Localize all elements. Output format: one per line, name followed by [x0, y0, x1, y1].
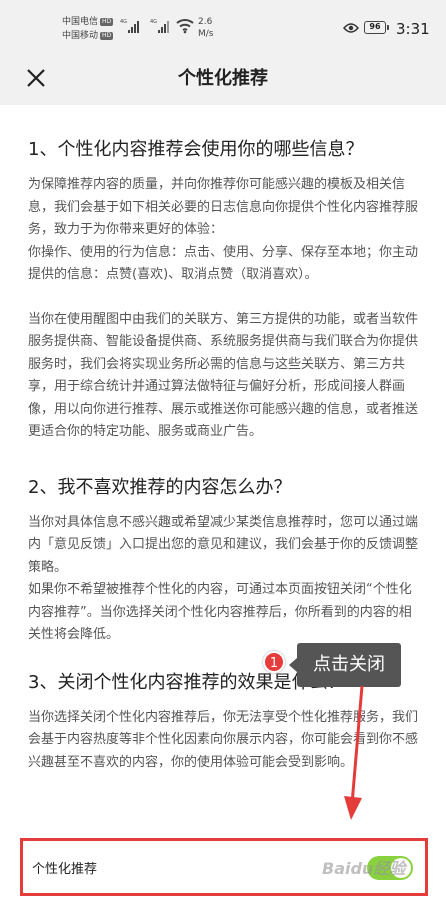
eye-icon: [343, 23, 359, 33]
section-paragraph: 当你对具体信息不感兴趣或希望减少某类信息推荐时，您可以通过端内「意见反馈」入口提…: [28, 514, 419, 643]
signal-icon: 4G: [120, 19, 139, 33]
section-title: 1、个性化内容推荐会使用你的哪些信息？: [28, 139, 364, 160]
section-paragraph: 当你在使用醒图中由我们的关联方、第三方提供的功能，或者当软件服务提供商、智能设备…: [28, 311, 419, 440]
arrow-icon: [344, 685, 364, 820]
battery-indicator: 96: [364, 21, 389, 34]
section-1: 1、个性化内容推荐会使用你的哪些信息？ 为保障推荐内容的质量，并向你推荐你可能感…: [28, 138, 418, 444]
step-number-badge: 1: [263, 651, 285, 673]
watermark-logo: Baidu经验: [322, 859, 406, 878]
network-speed: 2.6 M/s: [198, 17, 214, 39]
instruction-tooltip: 点击关闭: [289, 643, 401, 687]
section-paragraph: 为保障推荐内容的质量，并向你推荐你可能感兴趣的模板及相关信息，我们会基于如下相关…: [28, 177, 419, 282]
hd-badge: HD: [100, 31, 114, 40]
section-title: 2、我不喜欢推荐的内容怎么办？: [28, 476, 292, 498]
signal-icon: 4G: [150, 19, 169, 33]
signal-4g-label: 4G: [150, 19, 157, 25]
hd-badge: HD: [100, 17, 114, 26]
status-bar: 中国电信 HD 中国移动 HD 4G 4G 2.6 M/s 96 3:31: [0, 0, 446, 50]
page-title: 个性化推荐: [178, 68, 268, 89]
signal-4g-label: 4G: [120, 19, 127, 25]
carrier-2: 中国移动 HD: [62, 31, 114, 41]
clock: 3:31: [396, 20, 430, 38]
section-2: 2、我不喜欢推荐的内容怎么办？ 当你对具体信息不感兴趣或希望减少某类信息推荐时，…: [28, 476, 418, 647]
toggle-label: 个性化推荐: [32, 862, 98, 877]
carrier-1: 中国电信 HD: [62, 17, 114, 27]
header-bar: 个性化推荐: [0, 50, 446, 105]
wifi-icon: [176, 19, 194, 34]
